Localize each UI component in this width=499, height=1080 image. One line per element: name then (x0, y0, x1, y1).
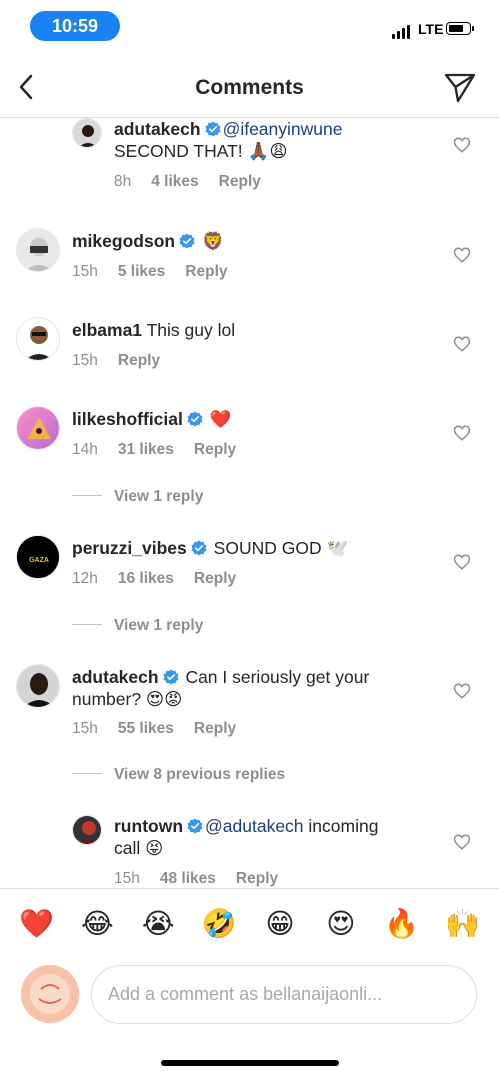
verified-badge-icon (179, 233, 195, 249)
view-replies-button[interactable]: View 1 reply (72, 488, 203, 506)
avatar[interactable] (16, 406, 60, 450)
emoji-raised-hands-button[interactable]: 🙌 (439, 907, 487, 941)
comment-text: mikegodson 🦁 (72, 230, 429, 252)
reply-button[interactable]: Reply (118, 352, 160, 369)
current-user-avatar (21, 965, 79, 1023)
comment-message: SECOND THAT! 🙏🏾😩 (114, 141, 288, 161)
verified-badge-icon (187, 411, 203, 427)
verified-badge-icon (187, 818, 203, 834)
comment-text: runtown @adutakech incoming call 😝 (114, 815, 429, 859)
comment-username[interactable]: adutakech (114, 119, 201, 139)
avatar[interactable]: GAZA (16, 535, 60, 579)
emoji-crying-button[interactable]: 😭 (134, 907, 182, 941)
comment-username[interactable]: runtown (114, 816, 183, 836)
comment-time: 15h (114, 870, 140, 887)
emoji-tears-of-joy-button[interactable]: 😂 (73, 907, 121, 941)
comment-likes[interactable]: 31 likes (118, 441, 174, 458)
comment-time: 12h (72, 570, 98, 587)
signal-icon (392, 25, 410, 39)
comment-meta: 15h 55 likes Reply (72, 720, 256, 738)
comment-username[interactable]: adutakech (72, 667, 159, 687)
comment-time: 8h (114, 173, 132, 190)
network-type: LTE (418, 21, 444, 37)
heart-outline-icon[interactable] (453, 682, 471, 700)
heart-outline-icon[interactable] (453, 246, 471, 264)
heart-outline-icon[interactable] (453, 424, 471, 442)
comment-message: 🦁 (201, 231, 224, 251)
comment-list[interactable]: adutakech @ifeanyinwune SECOND THAT! 🙏🏾😩 … (0, 118, 499, 888)
comment-username[interactable]: elbama1 (72, 320, 142, 340)
comment-message: ❤️ (209, 409, 232, 429)
comment-meta: 14h 31 likes Reply (72, 441, 256, 459)
comment-message: incoming (303, 816, 379, 836)
comment-text: elbama1 This guy lol (72, 319, 429, 341)
reply-button[interactable]: Reply (194, 720, 236, 737)
emoji-quick-bar: ❤️ 😂 😭 🤣 😁 😍 🔥 🙌 (0, 888, 499, 958)
share-button[interactable] (443, 70, 477, 104)
comment-time: 14h (72, 441, 98, 458)
emoji-fire-button[interactable]: 🔥 (378, 907, 426, 941)
mention-link[interactable]: @adutakech (205, 816, 304, 836)
comment-username[interactable]: mikegodson (72, 231, 175, 251)
emoji-grin-button[interactable]: 😁 (256, 907, 304, 941)
comment-meta: 8h 4 likes Reply (114, 173, 281, 191)
comment-text: adutakech Can I seriously get your numbe… (72, 666, 429, 710)
verified-badge-icon (163, 669, 179, 685)
comment-meta: 15h 48 likes Reply (114, 870, 298, 888)
view-replies-button[interactable]: View 1 reply (72, 617, 203, 635)
comment-message-cont: call 😝 (114, 838, 164, 858)
nav-bar: Comments (0, 58, 499, 118)
emoji-heart-eyes-button[interactable]: 😍 (317, 907, 365, 941)
battery-icon (446, 22, 474, 35)
comment-likes[interactable]: 4 likes (151, 173, 198, 190)
heart-outline-icon[interactable] (453, 553, 471, 571)
status-time: 10:59 (30, 11, 120, 41)
home-indicator (161, 1060, 339, 1066)
comment-text: lilkeshofficial ❤️ (72, 408, 429, 430)
comment-time: 15h (72, 720, 98, 737)
emoji-heart-button[interactable]: ❤️ (12, 907, 60, 941)
comment-time: 15h (72, 352, 98, 369)
comment-username[interactable]: peruzzi_vibes (72, 538, 187, 558)
reply-button[interactable]: Reply (185, 263, 227, 280)
reply-button[interactable]: Reply (236, 870, 278, 887)
comment-likes[interactable]: 55 likes (118, 720, 174, 737)
comment-likes[interactable]: 16 likes (118, 570, 174, 587)
heart-outline-icon[interactable] (453, 136, 471, 154)
comment-meta: 12h 16 likes Reply (72, 570, 256, 588)
comment-meta: 15h 5 likes Reply (72, 263, 248, 281)
comment-text: adutakech @ifeanyinwune SECOND THAT! 🙏🏾😩 (114, 118, 429, 162)
avatar[interactable] (16, 317, 60, 361)
paper-plane-icon (444, 73, 476, 103)
avatar[interactable] (16, 228, 60, 272)
emoji-rofl-button[interactable]: 🤣 (195, 907, 243, 941)
comment-likes[interactable]: 5 likes (118, 263, 165, 280)
reply-button[interactable]: Reply (194, 441, 236, 458)
avatar[interactable] (72, 118, 102, 148)
avatar[interactable] (72, 815, 102, 845)
comment-message: SOUND GOD 🕊️ (213, 538, 349, 558)
comment-text: peruzzi_vibes SOUND GOD 🕊️ (72, 537, 429, 559)
comment-input[interactable] (91, 965, 477, 1024)
comment-message: This guy lol (146, 320, 236, 340)
comment-likes[interactable]: 48 likes (160, 870, 216, 887)
reply-button[interactable]: Reply (194, 570, 236, 587)
page-title: Comments (195, 76, 304, 99)
mention-link[interactable]: @ifeanyinwune (223, 119, 343, 139)
verified-badge-icon (191, 540, 207, 556)
status-bar: 10:59 LTE (0, 0, 499, 52)
comment-message-cont: number? 😍😡 (72, 689, 183, 709)
heart-outline-icon[interactable] (453, 833, 471, 851)
comment-meta: 15h Reply (72, 352, 180, 370)
comment-message: Can I seriously get your (185, 667, 370, 687)
comment-username[interactable]: lilkeshofficial (72, 409, 183, 429)
comment-composer (0, 962, 499, 1030)
heart-outline-icon[interactable] (453, 335, 471, 353)
avatar[interactable] (16, 664, 60, 708)
comment-time: 15h (72, 263, 98, 280)
verified-badge-icon (205, 121, 221, 137)
avatar-label: GAZA (29, 557, 49, 564)
reply-button[interactable]: Reply (219, 173, 261, 190)
view-replies-button[interactable]: View 8 previous replies (72, 766, 285, 784)
